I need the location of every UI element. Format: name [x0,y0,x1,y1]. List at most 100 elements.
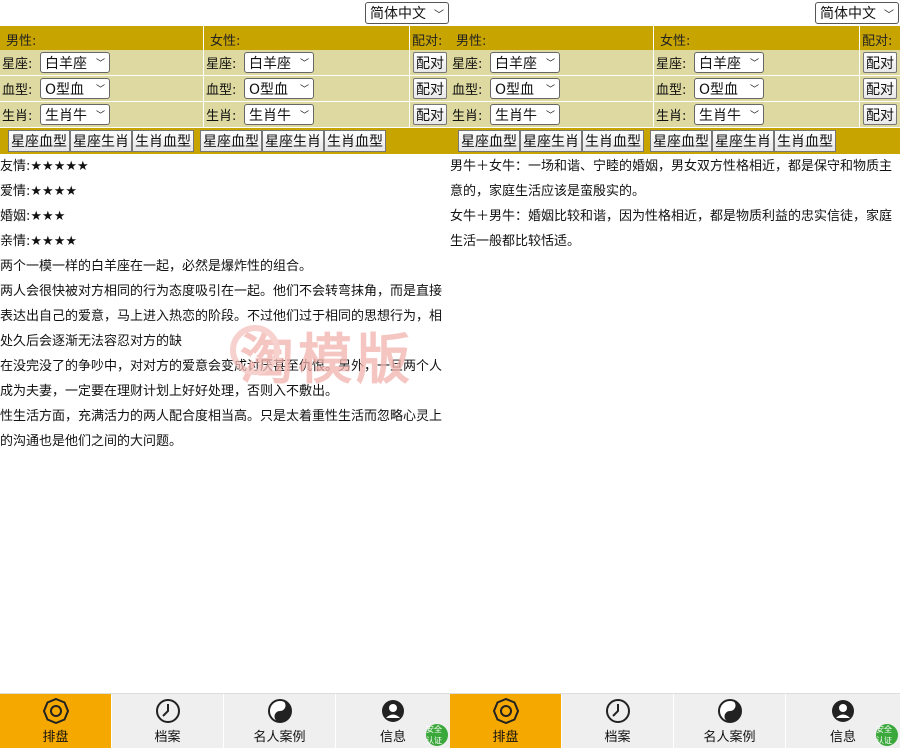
chevron-down-icon: ﹀ [95,85,105,95]
tab-constellation-zodiac[interactable]: 星座生肖 [70,130,132,152]
female-blood-select[interactable]: O型血 ﹀ [244,78,314,99]
match-button-zodiac[interactable]: 配对 [863,104,897,125]
tab-zodiac-blood[interactable]: 生肖血型 [324,130,386,152]
female-blood-value: O型血 [249,81,289,98]
male-combo-tabs: 星座血型 星座生肖 生肖血型 [8,130,194,152]
chevron-down-icon: ﹀ [545,85,555,95]
match-form: 男性: 女性: 配对: 星座: 白羊座 ﹀ 星座: 白羊座 ﹀ 配对 血型: O型血… [450,26,900,154]
male-header: 男性: [0,26,204,50]
tab-constellation-blood[interactable]: 星座血型 [458,130,520,152]
male-zodiac-select[interactable]: 生肖牛 ﹀ [40,104,110,125]
rating-marriage: 婚姻: ★★★ [0,204,444,229]
male-constellation-value: 白羊座 [495,55,537,72]
male-constellation-label: 星座: [2,57,33,72]
right-screen: 简体中文 ﹀ 男性: 女性: 配对: 星座: 白羊座 ﹀ 星座: 白羊座 ﹀ 配对 血… [450,0,900,748]
bagua-icon [492,697,519,724]
top-bar: 简体中文 ﹀ [450,0,900,26]
male-zodiac-select[interactable]: 生肖牛 ﹀ [490,104,560,125]
rating-label: 爱情: [0,184,31,199]
result-paragraph: 两个一模一样的白羊座在一起，必然是爆炸性的组合。 [0,259,313,274]
form-row-constellation: 星座: 白羊座 ﹀ 星座: 白羊座 ﹀ 配对 [450,50,900,76]
male-constellation-select[interactable]: 白羊座 ﹀ [490,52,560,73]
clock-icon [155,698,180,723]
form-header: 男性: 女性: 配对: [0,26,450,50]
security-badge: 安全认证 [426,724,448,746]
language-select[interactable]: 简体中文 ﹀ [365,2,449,24]
star-rating: ★★★★ [30,184,78,199]
tab-constellation-blood[interactable]: 星座血型 [200,130,262,152]
nav-label: 排盘 [492,729,519,745]
user-icon [832,699,854,722]
combo-tabs-row: 星座血型 星座生肖 生肖血型 星座血型 星座生肖 生肖血型 [450,128,900,154]
match-header: 配对: [412,34,443,49]
male-blood-select[interactable]: O型血 ﹀ [490,78,560,99]
nav-item-info[interactable]: 信息 安全认证 [336,694,450,748]
security-badge: 安全认证 [876,724,898,746]
top-bar: 简体中文 ﹀ [0,0,450,26]
result-paragraph: 男牛＋女牛：一场和谐、宁睦的婚姻，男女双方性格相近，都是保守和物质主意的，家庭生… [450,159,893,199]
female-header: 女性: [204,26,410,50]
star-rating: ★★★★ [30,234,78,249]
female-zodiac-value: 生肖牛 [249,107,291,124]
nav-item-paipan[interactable]: 排盘 [0,694,112,748]
rating-label: 婚姻: [0,209,31,224]
result-content: 男牛＋女牛：一场和谐、宁睦的婚姻，男女双方性格相近，都是保守和物质主意的，家庭生… [450,154,896,254]
bagua-icon [42,697,69,724]
nav-item-archive[interactable]: 档案 [112,694,224,748]
rating-label: 亲情: [0,234,31,249]
tab-zodiac-blood[interactable]: 生肖血型 [132,130,194,152]
star-rating: ★★★★★ [30,159,89,174]
match-button-blood[interactable]: 配对 [413,78,447,99]
form-row-blood: 血型: O型血 ﹀ 血型: O型血 ﹀ 配对 [450,76,900,102]
chevron-down-icon: ﹀ [749,111,759,121]
male-zodiac-value: 生肖牛 [495,107,537,124]
chevron-down-icon: ﹀ [299,111,309,121]
tab-constellation-zodiac[interactable]: 星座生肖 [520,130,582,152]
nav-item-paipan[interactable]: 排盘 [450,694,562,748]
female-constellation-select[interactable]: 白羊座 ﹀ [694,52,764,73]
female-constellation-label: 星座: [206,57,237,72]
match-button-blood[interactable]: 配对 [863,78,897,99]
tab-zodiac-blood[interactable]: 生肖血型 [774,130,836,152]
nav-item-archive[interactable]: 档案 [562,694,674,748]
rating-friendship: 友情: ★★★★★ [0,154,444,179]
result-paragraph: 女牛＋男牛：婚姻比较和谐，因为性格相近，都是物质利益的忠实信徒，家庭生活一般都比… [450,209,893,249]
bottom-nav: 排盘 档案 名人案例 信息 安全认证 [450,693,900,748]
nav-item-celebrity[interactable]: 名人案例 [674,694,786,748]
rating-family: 亲情: ★★★★ [0,229,444,254]
female-constellation-select[interactable]: 白羊座 ﹀ [244,52,314,73]
nav-label: 信息 [829,729,856,745]
female-blood-value: O型血 [699,81,739,98]
tab-constellation-zodiac[interactable]: 星座生肖 [262,130,324,152]
tab-constellation-blood[interactable]: 星座血型 [8,130,70,152]
female-zodiac-label: 生肖: [656,109,687,124]
male-blood-value: O型血 [45,81,85,98]
match-button-constellation[interactable]: 配对 [863,52,897,73]
match-header: 配对: [862,34,893,49]
female-constellation-value: 白羊座 [699,55,741,72]
tab-zodiac-blood[interactable]: 生肖血型 [582,130,644,152]
match-button-zodiac[interactable]: 配对 [413,104,447,125]
female-zodiac-value: 生肖牛 [699,107,741,124]
match-button-constellation[interactable]: 配对 [413,52,447,73]
chevron-down-icon: ﹀ [299,85,309,95]
language-select[interactable]: 简体中文 ﹀ [815,2,899,24]
form-row-blood: 血型: O型血 ﹀ 血型: O型血 ﹀ 配对 [0,76,450,102]
chevron-down-icon: ﹀ [95,59,105,69]
female-combo-tabs: 星座血型 星座生肖 生肖血型 [650,130,836,152]
chevron-down-icon: ﹀ [749,59,759,69]
male-blood-select[interactable]: O型血 ﹀ [40,78,110,99]
star-rating: ★★★ [30,209,66,224]
male-constellation-select[interactable]: 白羊座 ﹀ [40,52,110,73]
result-paragraph: 两人会很快被对方相同的行为态度吸引在一起。他们不会转弯抹角，而是直接表达出自己的… [0,284,443,349]
male-combo-tabs: 星座血型 星座生肖 生肖血型 [458,130,644,152]
female-blood-select[interactable]: O型血 ﹀ [694,78,764,99]
nav-item-info[interactable]: 信息 安全认证 [786,694,900,748]
chevron-down-icon: ﹀ [434,9,444,21]
female-zodiac-label: 生肖: [206,109,237,124]
female-zodiac-select[interactable]: 生肖牛 ﹀ [244,104,314,125]
female-zodiac-select[interactable]: 生肖牛 ﹀ [694,104,764,125]
tab-constellation-zodiac[interactable]: 星座生肖 [712,130,774,152]
tab-constellation-blood[interactable]: 星座血型 [650,130,712,152]
nav-item-celebrity[interactable]: 名人案例 [224,694,336,748]
